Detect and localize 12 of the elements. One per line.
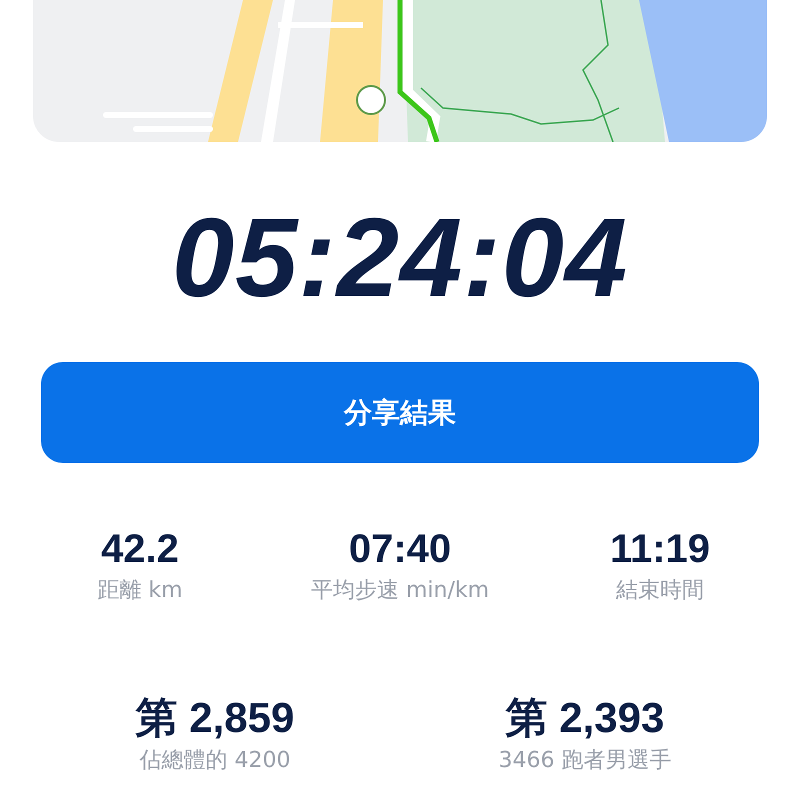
rank-label: 3466 跑者男選手 [498,747,672,775]
stat-value: 07:40 [348,529,452,569]
stat-label: 平均步速 min/km [310,577,490,605]
stat-value: 11:19 [610,529,710,569]
stat-label: 結束時間 [616,577,704,605]
rank-label: 佔總體的 4200 [140,747,290,775]
stat-label: 距離 km [97,577,183,605]
stat-value: 42.2 [101,529,179,569]
rank-value: 第 2,859 [136,697,294,739]
rank-value: 第 2,393 [506,697,664,739]
elapsed-time: 05:24:04 [172,202,628,314]
share-button[interactable]: 分享結果 [41,362,759,463]
